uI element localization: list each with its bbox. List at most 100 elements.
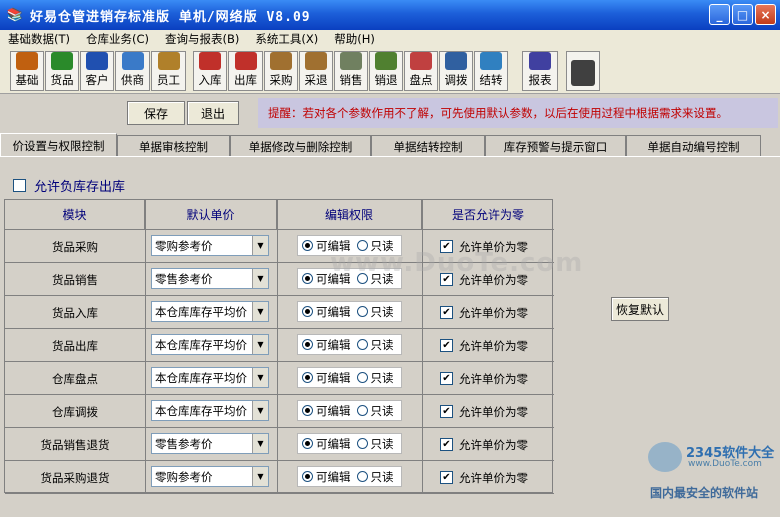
- basics-icon: [16, 52, 38, 70]
- menu-basic-data[interactable]: 基础数据(T): [0, 31, 78, 47]
- allow-zero-checkbox[interactable]: ✔: [440, 405, 453, 418]
- edit-permission-group: 可编辑 只读: [297, 400, 402, 421]
- toolbar-employee-button[interactable]: 员工: [151, 51, 186, 91]
- default-price-select[interactable]: 本仓库库存平均价 ▼: [151, 301, 269, 322]
- menu-query-report[interactable]: 查询与报表(B): [157, 31, 247, 47]
- toolbar-carry-over-button[interactable]: 结转: [474, 51, 508, 91]
- dropdown-arrow-icon[interactable]: ▼: [252, 335, 268, 354]
- dropdown-arrow-icon[interactable]: ▼: [252, 368, 268, 387]
- editable-radio[interactable]: [302, 339, 313, 350]
- editable-radio[interactable]: [302, 471, 313, 482]
- toolbar-basics-button[interactable]: 基础: [10, 51, 44, 91]
- editable-radio[interactable]: [302, 306, 313, 317]
- header-default-price: 默认单价: [145, 200, 277, 230]
- toolbar-report-button[interactable]: 报表: [522, 51, 558, 91]
- tab-edit-delete-control[interactable]: 单据修改与删除控制: [230, 135, 371, 157]
- tab-audit-control[interactable]: 单据审核控制: [117, 135, 230, 157]
- readonly-radio[interactable]: [356, 438, 368, 449]
- allow-zero-option[interactable]: ✔ 允许单价为零: [440, 395, 528, 428]
- default-price-select[interactable]: 零售参考价 ▼: [151, 268, 269, 289]
- default-price-value: 本仓库库存平均价: [155, 370, 247, 385]
- toolbar-supplier-button[interactable]: 供商: [115, 51, 150, 91]
- negative-stock-checkbox[interactable]: [13, 179, 26, 192]
- header-allow-zero: 是否允许为零: [422, 200, 554, 230]
- tab-carry-over-control[interactable]: 单据结转控制: [371, 135, 485, 157]
- allow-zero-option[interactable]: ✔ 允许单价为零: [440, 362, 528, 395]
- allow-zero-checkbox[interactable]: ✔: [440, 306, 453, 319]
- tab-stock-warning[interactable]: 库存预警与提示窗口: [485, 135, 626, 157]
- toolbar-sales-button[interactable]: 销售: [334, 51, 368, 91]
- tab-auto-numbering[interactable]: 单据自动编号控制: [626, 135, 761, 157]
- readonly-radio[interactable]: [356, 405, 368, 416]
- toolbar-goods-button[interactable]: 货品: [45, 51, 79, 91]
- dropdown-arrow-icon[interactable]: ▼: [252, 434, 268, 453]
- editable-radio[interactable]: [302, 273, 313, 284]
- toolbar-transfer-button[interactable]: 调拨: [439, 51, 473, 91]
- allow-zero-checkbox[interactable]: ✔: [440, 372, 453, 385]
- readonly-radio[interactable]: [356, 306, 368, 317]
- menu-warehouse-business[interactable]: 仓库业务(C): [78, 31, 157, 47]
- readonly-label: 只读: [370, 304, 394, 319]
- menu-help[interactable]: 帮助(H): [326, 31, 383, 47]
- default-price-value: 零售参考价: [155, 271, 213, 286]
- save-button[interactable]: 保存: [127, 101, 185, 125]
- restore-default-button[interactable]: 恢复默认: [611, 297, 669, 321]
- module-name: 货品入库: [52, 305, 98, 320]
- dropdown-arrow-icon[interactable]: ▼: [252, 302, 268, 321]
- readonly-radio[interactable]: [356, 471, 368, 482]
- default-price-select[interactable]: 零售参考价 ▼: [151, 433, 269, 454]
- dropdown-arrow-icon[interactable]: ▼: [252, 269, 268, 288]
- toolbar: 基础 货品 客户 供商 员工 入库 出库 采购 采退 销售 销退 盘点 调拨 结转 报表: [0, 48, 780, 94]
- grid-row: 仓库盘点 本仓库库存平均价 ▼ 可编辑 只读 ✔ 允许单价为零: [5, 362, 554, 395]
- readonly-radio[interactable]: [356, 372, 368, 383]
- close-button[interactable]: ×: [755, 4, 776, 25]
- allow-zero-option[interactable]: ✔ 允许单价为零: [440, 428, 528, 461]
- allow-zero-option[interactable]: ✔ 允许单价为零: [440, 461, 528, 494]
- readonly-label: 只读: [370, 370, 394, 385]
- editable-label: 可编辑: [316, 436, 351, 451]
- allow-zero-checkbox[interactable]: ✔: [440, 339, 453, 352]
- menu-system-tools[interactable]: 系统工具(X): [247, 31, 326, 47]
- default-price-select[interactable]: 零购参考价 ▼: [151, 466, 269, 487]
- module-name: 货品销售: [52, 272, 98, 287]
- module-name: 仓库调拨: [52, 404, 98, 419]
- negative-stock-option[interactable]: 允许负库存出库: [13, 176, 125, 195]
- supplier-icon: [121, 52, 144, 70]
- toolbar-stock-out-button[interactable]: 出库: [228, 51, 263, 91]
- allow-zero-option[interactable]: ✔ 允许单价为零: [440, 329, 528, 362]
- dropdown-arrow-icon[interactable]: ▼: [252, 236, 268, 255]
- allow-zero-option[interactable]: ✔ 允许单价为零: [440, 296, 528, 329]
- stock-in-icon: [199, 52, 221, 70]
- customer-icon: [86, 52, 108, 70]
- dropdown-arrow-icon[interactable]: ▼: [252, 467, 268, 486]
- allow-zero-checkbox[interactable]: ✔: [440, 438, 453, 451]
- editable-label: 可编辑: [316, 469, 351, 484]
- toolbar-purchase-return-button[interactable]: 采退: [299, 51, 333, 91]
- editable-radio[interactable]: [302, 372, 313, 383]
- toolbar-inventory-check-button[interactable]: 盘点: [404, 51, 438, 91]
- default-price-value: 本仓库库存平均价: [155, 337, 247, 352]
- tab-price-permission[interactable]: 价设置与权限控制: [0, 133, 117, 157]
- toolbar-purchase-button[interactable]: 采购: [264, 51, 298, 91]
- dropdown-arrow-icon[interactable]: ▼: [252, 401, 268, 420]
- default-price-value: 本仓库库存平均价: [155, 304, 247, 319]
- editable-radio[interactable]: [302, 438, 313, 449]
- toolbar-sales-return-button[interactable]: 销退: [369, 51, 403, 91]
- sales-return-icon: [375, 52, 397, 70]
- readonly-radio[interactable]: [356, 339, 368, 350]
- toolbar-stock-in-button[interactable]: 入库: [193, 51, 227, 91]
- readonly-label: 只读: [370, 469, 394, 484]
- default-price-select[interactable]: 本仓库库存平均价 ▼: [151, 334, 269, 355]
- maximize-button[interactable]: □: [732, 4, 753, 25]
- editable-radio[interactable]: [302, 405, 313, 416]
- allow-zero-checkbox[interactable]: ✔: [440, 471, 453, 484]
- default-price-select[interactable]: 本仓库库存平均价 ▼: [151, 400, 269, 421]
- minimize-button[interactable]: _: [709, 4, 730, 25]
- toolbar-exit-button[interactable]: [566, 51, 600, 91]
- default-price-select[interactable]: 零购参考价 ▼: [151, 235, 269, 256]
- default-price-select[interactable]: 本仓库库存平均价 ▼: [151, 367, 269, 388]
- toolbar-customer-button[interactable]: 客户: [80, 51, 114, 91]
- window-controls: _ □ ×: [709, 4, 776, 25]
- editable-radio[interactable]: [302, 240, 313, 251]
- exit-button[interactable]: 退出: [187, 101, 239, 125]
